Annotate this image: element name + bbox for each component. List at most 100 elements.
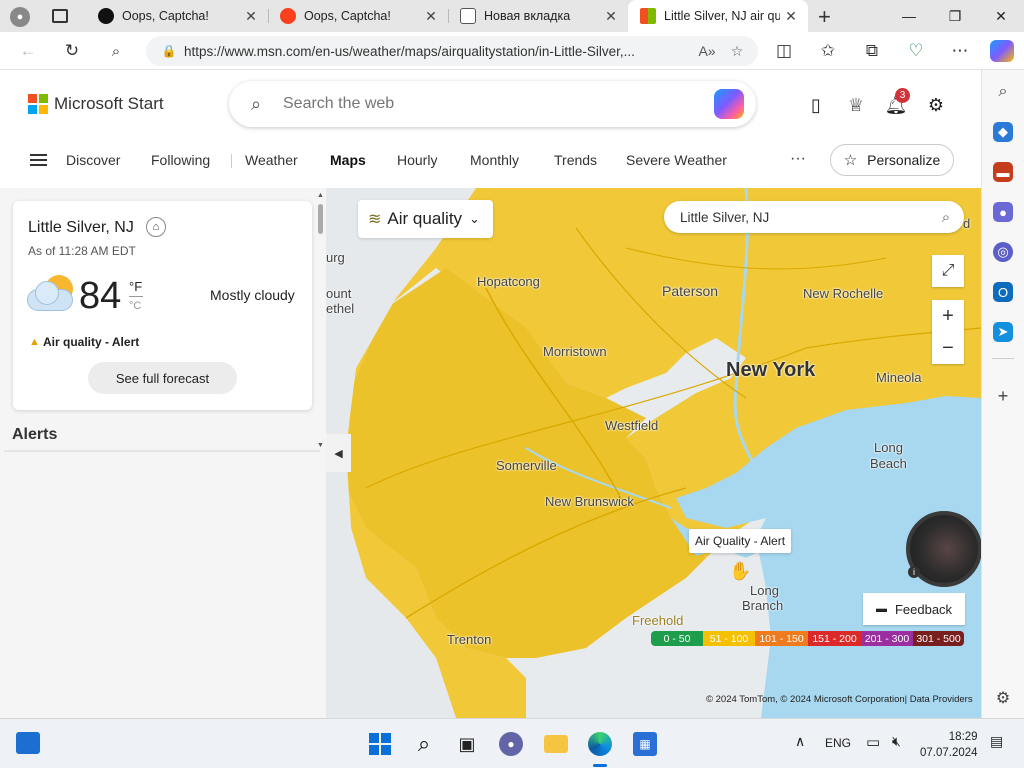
- mobile-app-icon[interactable]: ▯: [803, 92, 829, 118]
- people-icon[interactable]: ●: [993, 202, 1013, 222]
- panel-scroll-thumb[interactable]: [318, 204, 323, 234]
- home-icon[interactable]: ⌂: [146, 217, 166, 237]
- edge-browser-icon[interactable]: [588, 732, 612, 756]
- close-icon[interactable]: ✕: [420, 8, 442, 25]
- sidebar-settings-icon[interactable]: ⚙: [993, 688, 1013, 708]
- map-label-trenton: Trenton: [447, 632, 492, 647]
- scroll-down-icon[interactable]: ▼: [317, 442, 324, 449]
- nav-maps[interactable]: Maps: [330, 152, 366, 168]
- back-icon[interactable]: ←: [14, 38, 42, 64]
- add-sidebar-app-icon[interactable]: +: [993, 386, 1013, 406]
- location-name[interactable]: Little Silver, NJ: [28, 219, 134, 237]
- nav-severe-weather[interactable]: Severe Weather: [626, 152, 727, 168]
- sidebar-search-icon[interactable]: ⌕: [993, 82, 1013, 102]
- map-search-input[interactable]: [680, 209, 928, 225]
- scroll-up-icon[interactable]: ▲: [317, 192, 324, 199]
- office-icon[interactable]: ◎: [993, 242, 1013, 262]
- air-quality-layer-button[interactable]: ≋ Air quality ⌄: [358, 200, 493, 238]
- shopping-tag-icon[interactable]: ◆: [993, 122, 1013, 142]
- new-tab-button[interactable]: +: [818, 4, 831, 30]
- favorites-icon[interactable]: ✩: [814, 38, 842, 64]
- nav-discover[interactable]: Discover: [66, 152, 120, 168]
- map-search-box[interactable]: ⌕: [664, 201, 964, 233]
- language-indicator[interactable]: ENG: [825, 736, 851, 750]
- send-icon[interactable]: ➤: [993, 322, 1013, 342]
- tab-captcha-1[interactable]: Oops, Captcha! ✕: [86, 0, 268, 32]
- nav-monthly[interactable]: Monthly: [470, 152, 519, 168]
- air-quality-alert-link[interactable]: Air quality - Alert: [43, 335, 139, 349]
- system-clock[interactable]: 18:29 07.07.2024: [920, 729, 978, 761]
- url-field[interactable]: 🔒 https://www.msn.com/en-us/weather/maps…: [146, 36, 758, 66]
- outlook-icon[interactable]: O: [993, 282, 1013, 302]
- nav-hourly[interactable]: Hourly: [397, 152, 437, 168]
- unit-divider: [129, 296, 143, 297]
- personalize-button[interactable]: ☆ Personalize: [830, 144, 954, 176]
- tab-actions-icon[interactable]: [52, 9, 68, 23]
- volume-muted-icon[interactable]: 🔇︎: [892, 733, 901, 750]
- notification-center-icon[interactable]: ▤: [990, 733, 1003, 750]
- map-copyright[interactable]: © 2024 TomTom, © 2024 Microsoft Corporat…: [706, 694, 973, 705]
- tab-captcha-2[interactable]: Oops, Captcha! ✕: [268, 0, 448, 32]
- address-bar: ← ↻ ⌕ 🔒 https://www.msn.com/en-us/weathe…: [0, 32, 1024, 70]
- map-search-icon[interactable]: ⌕: [928, 209, 964, 226]
- url-text[interactable]: https://www.msn.com/en-us/weather/maps/a…: [184, 44, 692, 59]
- start-windows-icon[interactable]: [368, 732, 392, 756]
- menu-icon[interactable]: [30, 154, 47, 166]
- search-input[interactable]: [283, 95, 714, 113]
- read-aloud-icon[interactable]: A»: [692, 43, 722, 59]
- minimize-button[interactable]: —: [886, 0, 932, 32]
- teams-chat-icon[interactable]: ●: [499, 732, 523, 756]
- microsoft-start-logo[interactable]: Microsoft Start: [28, 94, 164, 114]
- copilot-icon[interactable]: [990, 40, 1014, 62]
- web-search-box[interactable]: ⌕: [229, 81, 756, 127]
- fullscreen-icon[interactable]: ⤢: [932, 255, 964, 287]
- task-view-icon[interactable]: ▣: [455, 732, 479, 756]
- refresh-icon[interactable]: ↻: [58, 38, 86, 64]
- close-icon[interactable]: ✕: [780, 8, 802, 25]
- browser-essentials-icon[interactable]: ♡: [902, 38, 930, 64]
- more-options-icon[interactable]: ⋯: [946, 38, 974, 64]
- favorite-star-icon[interactable]: ☆: [722, 43, 752, 60]
- nav-weather[interactable]: Weather: [245, 152, 298, 168]
- network-icon[interactable]: ▭: [866, 733, 880, 751]
- collapse-panel-button[interactable]: ◀: [326, 434, 351, 472]
- tab-title: Oops, Captcha!: [122, 9, 209, 23]
- profile-icon[interactable]: ●: [10, 7, 30, 27]
- collections-icon[interactable]: ⧉: [858, 38, 886, 64]
- top-nav: Discover Following Weather Maps Hourly M…: [0, 142, 981, 178]
- unit-celsius[interactable]: °C: [129, 300, 141, 312]
- unit-fahrenheit[interactable]: °F: [129, 279, 142, 294]
- air-quality-tooltip: Air Quality - Alert: [689, 529, 792, 553]
- close-window-button[interactable]: ✕: [978, 0, 1024, 32]
- restore-button[interactable]: ❐: [932, 0, 978, 32]
- tab-msn-air-quality[interactable]: Little Silver, NJ air qua ✕: [628, 0, 808, 32]
- file-explorer-icon[interactable]: [544, 735, 568, 753]
- see-full-forecast-button[interactable]: See full forecast: [88, 362, 237, 394]
- rewards-trophy-icon[interactable]: ♕: [843, 92, 869, 118]
- close-icon[interactable]: ✕: [600, 8, 622, 25]
- as-of-time: As of 11:28 AM EDT: [28, 244, 136, 258]
- feedback-button[interactable]: ▬ Feedback: [863, 593, 965, 625]
- split-screen-icon[interactable]: ◫: [770, 38, 798, 64]
- widgets-icon[interactable]: [16, 732, 40, 754]
- zoom-out-button[interactable]: −: [932, 332, 964, 364]
- lock-icon[interactable]: 🔒: [154, 44, 184, 58]
- nav-more[interactable]: ···: [790, 150, 806, 168]
- tools-icon[interactable]: ▬: [993, 162, 1013, 182]
- air-quality-map[interactable]: urg ount ethel d Hopatcong Paterson New …: [326, 188, 981, 718]
- nav-trends[interactable]: Trends: [554, 152, 597, 168]
- tab-strip: ● Oops, Captcha! ✕ Oops, Captcha! ✕ Нова…: [0, 0, 1024, 32]
- map-label-westfield: Westfield: [605, 418, 659, 433]
- close-icon[interactable]: ✕: [240, 8, 262, 25]
- zoom-in-button[interactable]: +: [932, 300, 964, 332]
- copilot-icon[interactable]: [714, 89, 744, 119]
- map-label-somerville: Somerville: [496, 458, 557, 473]
- tray-chevron-up-icon[interactable]: ∧: [795, 733, 805, 750]
- tab-new[interactable]: Новая вкладка ✕: [448, 0, 628, 32]
- info-icon[interactable]: i: [908, 566, 920, 578]
- store-icon[interactable]: ▦: [633, 732, 657, 756]
- search-icon[interactable]: ⌕: [102, 38, 130, 64]
- nav-following[interactable]: Following: [151, 152, 210, 168]
- settings-gear-icon[interactable]: ⚙: [923, 92, 949, 118]
- taskbar-search-icon[interactable]: ⌕: [412, 731, 436, 756]
